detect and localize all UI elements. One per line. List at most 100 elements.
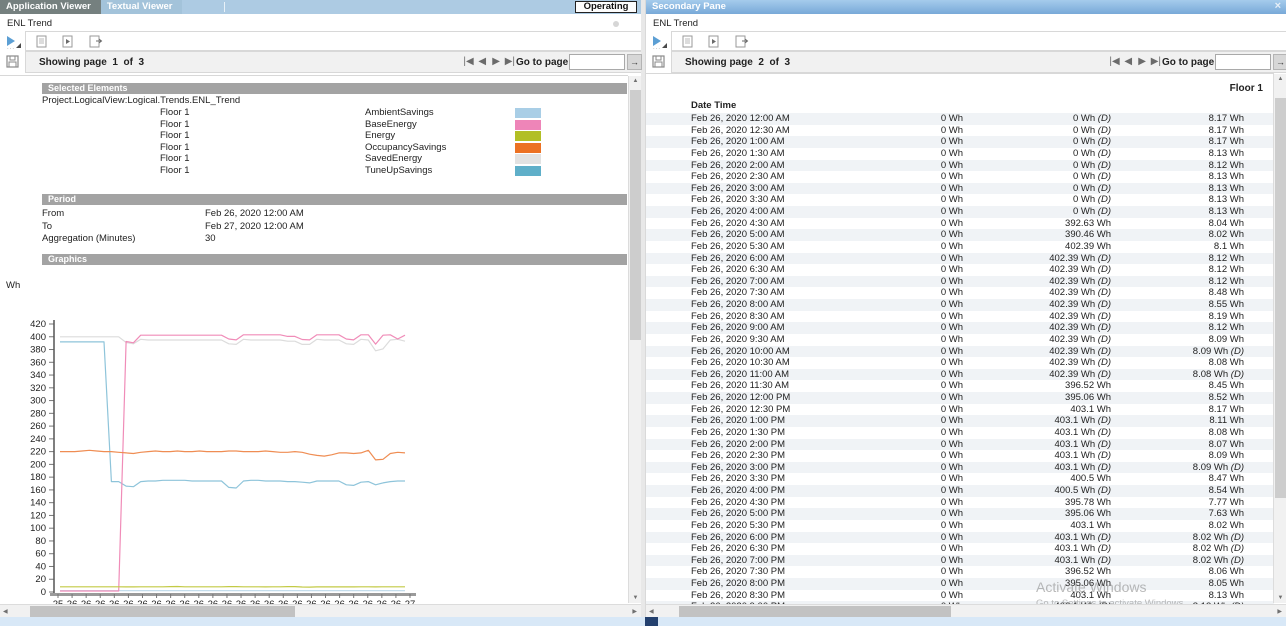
legend-location: Floor 1 — [160, 142, 190, 153]
scroll-right-icon[interactable]: ▶ — [632, 608, 637, 615]
table-cell: 0 Wh — [856, 473, 963, 485]
table-cell: Feb 26, 2020 4:00 PM — [691, 485, 856, 497]
svg-text:280: 280 — [30, 408, 46, 419]
goto-page-input[interactable] — [569, 54, 625, 70]
table-cell: 0 Wh — [856, 171, 963, 183]
table-row: Feb 26, 2020 5:00 PM0 Wh395.06 Wh7.63 Wh — [646, 508, 1274, 520]
legend-location: Floor 1 — [160, 153, 190, 164]
next-page-button[interactable]: ▶ — [491, 56, 502, 67]
scroll-up-icon[interactable]: ▲ — [1274, 76, 1286, 82]
table-cell: 395.06 Wh — [963, 508, 1111, 520]
table-cell: 8.13 Wh — [1111, 194, 1244, 206]
secondary-pane-titlebar[interactable]: Secondary Pane × — [646, 0, 1286, 14]
table-row: Feb 26, 2020 11:00 AM0 Wh402.39 Wh (D)8.… — [646, 369, 1274, 381]
close-icon[interactable]: × — [1275, 0, 1281, 12]
table-row: Feb 26, 2020 9:30 AM0 Wh402.39 Wh (D)8.0… — [646, 334, 1274, 346]
left-vscroll-thumb[interactable] — [630, 90, 641, 340]
table-row: Feb 26, 2020 2:00 AM0 Wh0 Wh (D)8.12 Wh — [646, 160, 1274, 172]
first-page-button[interactable]: |◀ — [1109, 56, 1120, 67]
last-page-button[interactable]: ▶| — [504, 56, 515, 67]
table-cell: 400.5 Wh — [963, 473, 1111, 485]
trend-title: ENL Trend — [7, 18, 52, 29]
left-horizontal-scrollbar[interactable]: ◀ ▶ — [0, 604, 641, 617]
scroll-down-icon[interactable]: ▼ — [1274, 595, 1286, 601]
table-cell: 8.12 Wh — [1111, 276, 1244, 288]
run-trend-icon[interactable]: ... — [7, 36, 21, 48]
table-row: Feb 26, 2020 2:00 PM0 Wh403.1 Wh (D)8.07… — [646, 439, 1274, 451]
svg-text:420: 420 — [30, 319, 46, 330]
table-cell: 0 Wh — [856, 427, 963, 439]
table-cell: Feb 26, 2020 3:00 AM — [691, 183, 856, 195]
table-cell: 0 Wh — [856, 404, 963, 416]
scroll-down-icon[interactable]: ▼ — [629, 595, 642, 601]
scroll-left-icon[interactable]: ◀ — [649, 608, 654, 615]
table-row: Feb 26, 2020 5:00 AM0 Wh390.46 Wh8.02 Wh — [646, 229, 1274, 241]
table-row: Feb 26, 2020 4:00 AM0 Wh0 Wh (D)8.13 Wh — [646, 206, 1274, 218]
table-cell: Feb 26, 2020 4:30 AM — [691, 218, 856, 230]
left-icon-column: ... — [0, 31, 25, 75]
table-cell: 0 Wh (D) — [963, 206, 1111, 218]
next-page-button[interactable]: ▶ — [1137, 56, 1148, 67]
report-icon[interactable] — [36, 35, 47, 48]
scroll-right-icon[interactable]: ▶ — [1277, 608, 1282, 615]
table-cell: 0 Wh (D) — [963, 113, 1111, 125]
export-report-icon[interactable] — [735, 35, 749, 48]
right-vertical-scrollbar[interactable]: ▲ ▼ — [1273, 74, 1286, 603]
pane-resize-handle[interactable] — [645, 617, 658, 626]
prev-page-button[interactable]: ◀ — [1123, 56, 1134, 67]
table-cell: Feb 26, 2020 8:30 PM — [691, 590, 856, 602]
table-cell: 8.1 Wh — [1111, 241, 1244, 253]
table-cell: 0 Wh — [856, 229, 963, 241]
table-cell: Feb 26, 2020 8:30 AM — [691, 311, 856, 323]
table-cell: Feb 26, 2020 11:00 AM — [691, 369, 856, 381]
export-report-icon[interactable] — [89, 35, 103, 48]
table-row: Feb 26, 2020 12:00 PM0 Wh395.06 Wh8.52 W… — [646, 392, 1274, 404]
run-trend-icon[interactable]: ... — [653, 36, 667, 48]
table-cell: Feb 26, 2020 7:00 AM — [691, 276, 856, 288]
legend-color-swatch — [515, 108, 541, 118]
prev-page-button[interactable]: ◀ — [477, 56, 488, 67]
trend-title-row: ENL Trend — [0, 14, 641, 31]
goto-page-input[interactable] — [1215, 54, 1271, 70]
table-cell: 390.46 Wh — [963, 229, 1111, 241]
report-icon[interactable] — [682, 35, 693, 48]
table-cell: 8.52 Wh — [1111, 392, 1244, 404]
run-report-icon[interactable] — [62, 35, 73, 48]
legend-series-name: Energy — [365, 130, 395, 141]
legend-row: Floor 1AmbientSavings — [42, 107, 627, 119]
left-hscroll-thumb[interactable] — [30, 606, 295, 617]
goto-page-go-button[interactable]: → — [1273, 54, 1286, 70]
right-hscroll-thumb[interactable] — [679, 606, 951, 617]
right-horizontal-scrollbar[interactable]: ◀ ▶ — [646, 604, 1286, 617]
tab-application-viewer[interactable]: Application Viewer — [0, 0, 101, 14]
table-cell: 0 Wh (D) — [963, 160, 1111, 172]
scroll-left-icon[interactable]: ◀ — [3, 608, 8, 615]
secondary-pane: Secondary Pane × ENL Trend ... — [645, 0, 1286, 617]
right-vscroll-thumb[interactable] — [1275, 98, 1286, 498]
save-icon[interactable] — [652, 55, 665, 68]
svg-text:380: 380 — [30, 345, 46, 356]
showing-page-text: Showing page 2 of 3 — [685, 57, 790, 68]
svg-text:200: 200 — [30, 459, 46, 470]
last-page-button[interactable]: ▶| — [1150, 56, 1161, 67]
data-table: Feb 26, 2020 12:00 AM0 Wh0 Wh (D)8.17 Wh… — [646, 113, 1274, 625]
legend-series-name: OccupancySavings — [365, 142, 446, 153]
secondary-pane-title: Secondary Pane — [652, 1, 726, 12]
table-cell: 8.08 Wh — [1111, 357, 1244, 369]
svg-text:100: 100 — [30, 523, 46, 534]
first-page-button[interactable]: |◀ — [463, 56, 474, 67]
table-row: Feb 26, 2020 4:00 PM0 Wh400.5 Wh (D)8.54… — [646, 485, 1274, 497]
operating-button[interactable]: Operating — [575, 1, 637, 13]
table-cell: 402.39 Wh (D) — [963, 334, 1111, 346]
table-cell: 403.1 Wh (D) — [963, 415, 1111, 427]
run-report-icon[interactable] — [708, 35, 719, 48]
scroll-up-icon[interactable]: ▲ — [629, 78, 642, 84]
save-icon[interactable] — [6, 55, 19, 68]
table-row: Feb 26, 2020 1:00 PM0 Wh403.1 Wh (D)8.11… — [646, 415, 1274, 427]
table-cell: Feb 26, 2020 6:30 PM — [691, 543, 856, 555]
left-vertical-scrollbar[interactable]: ▲ ▼ — [628, 76, 641, 603]
table-cell: 8.17 Wh — [1111, 136, 1244, 148]
table-cell: 0 Wh — [856, 520, 963, 532]
tab-textual-viewer[interactable]: Textual Viewer — [101, 0, 183, 14]
goto-page-go-button[interactable]: → — [627, 54, 642, 70]
